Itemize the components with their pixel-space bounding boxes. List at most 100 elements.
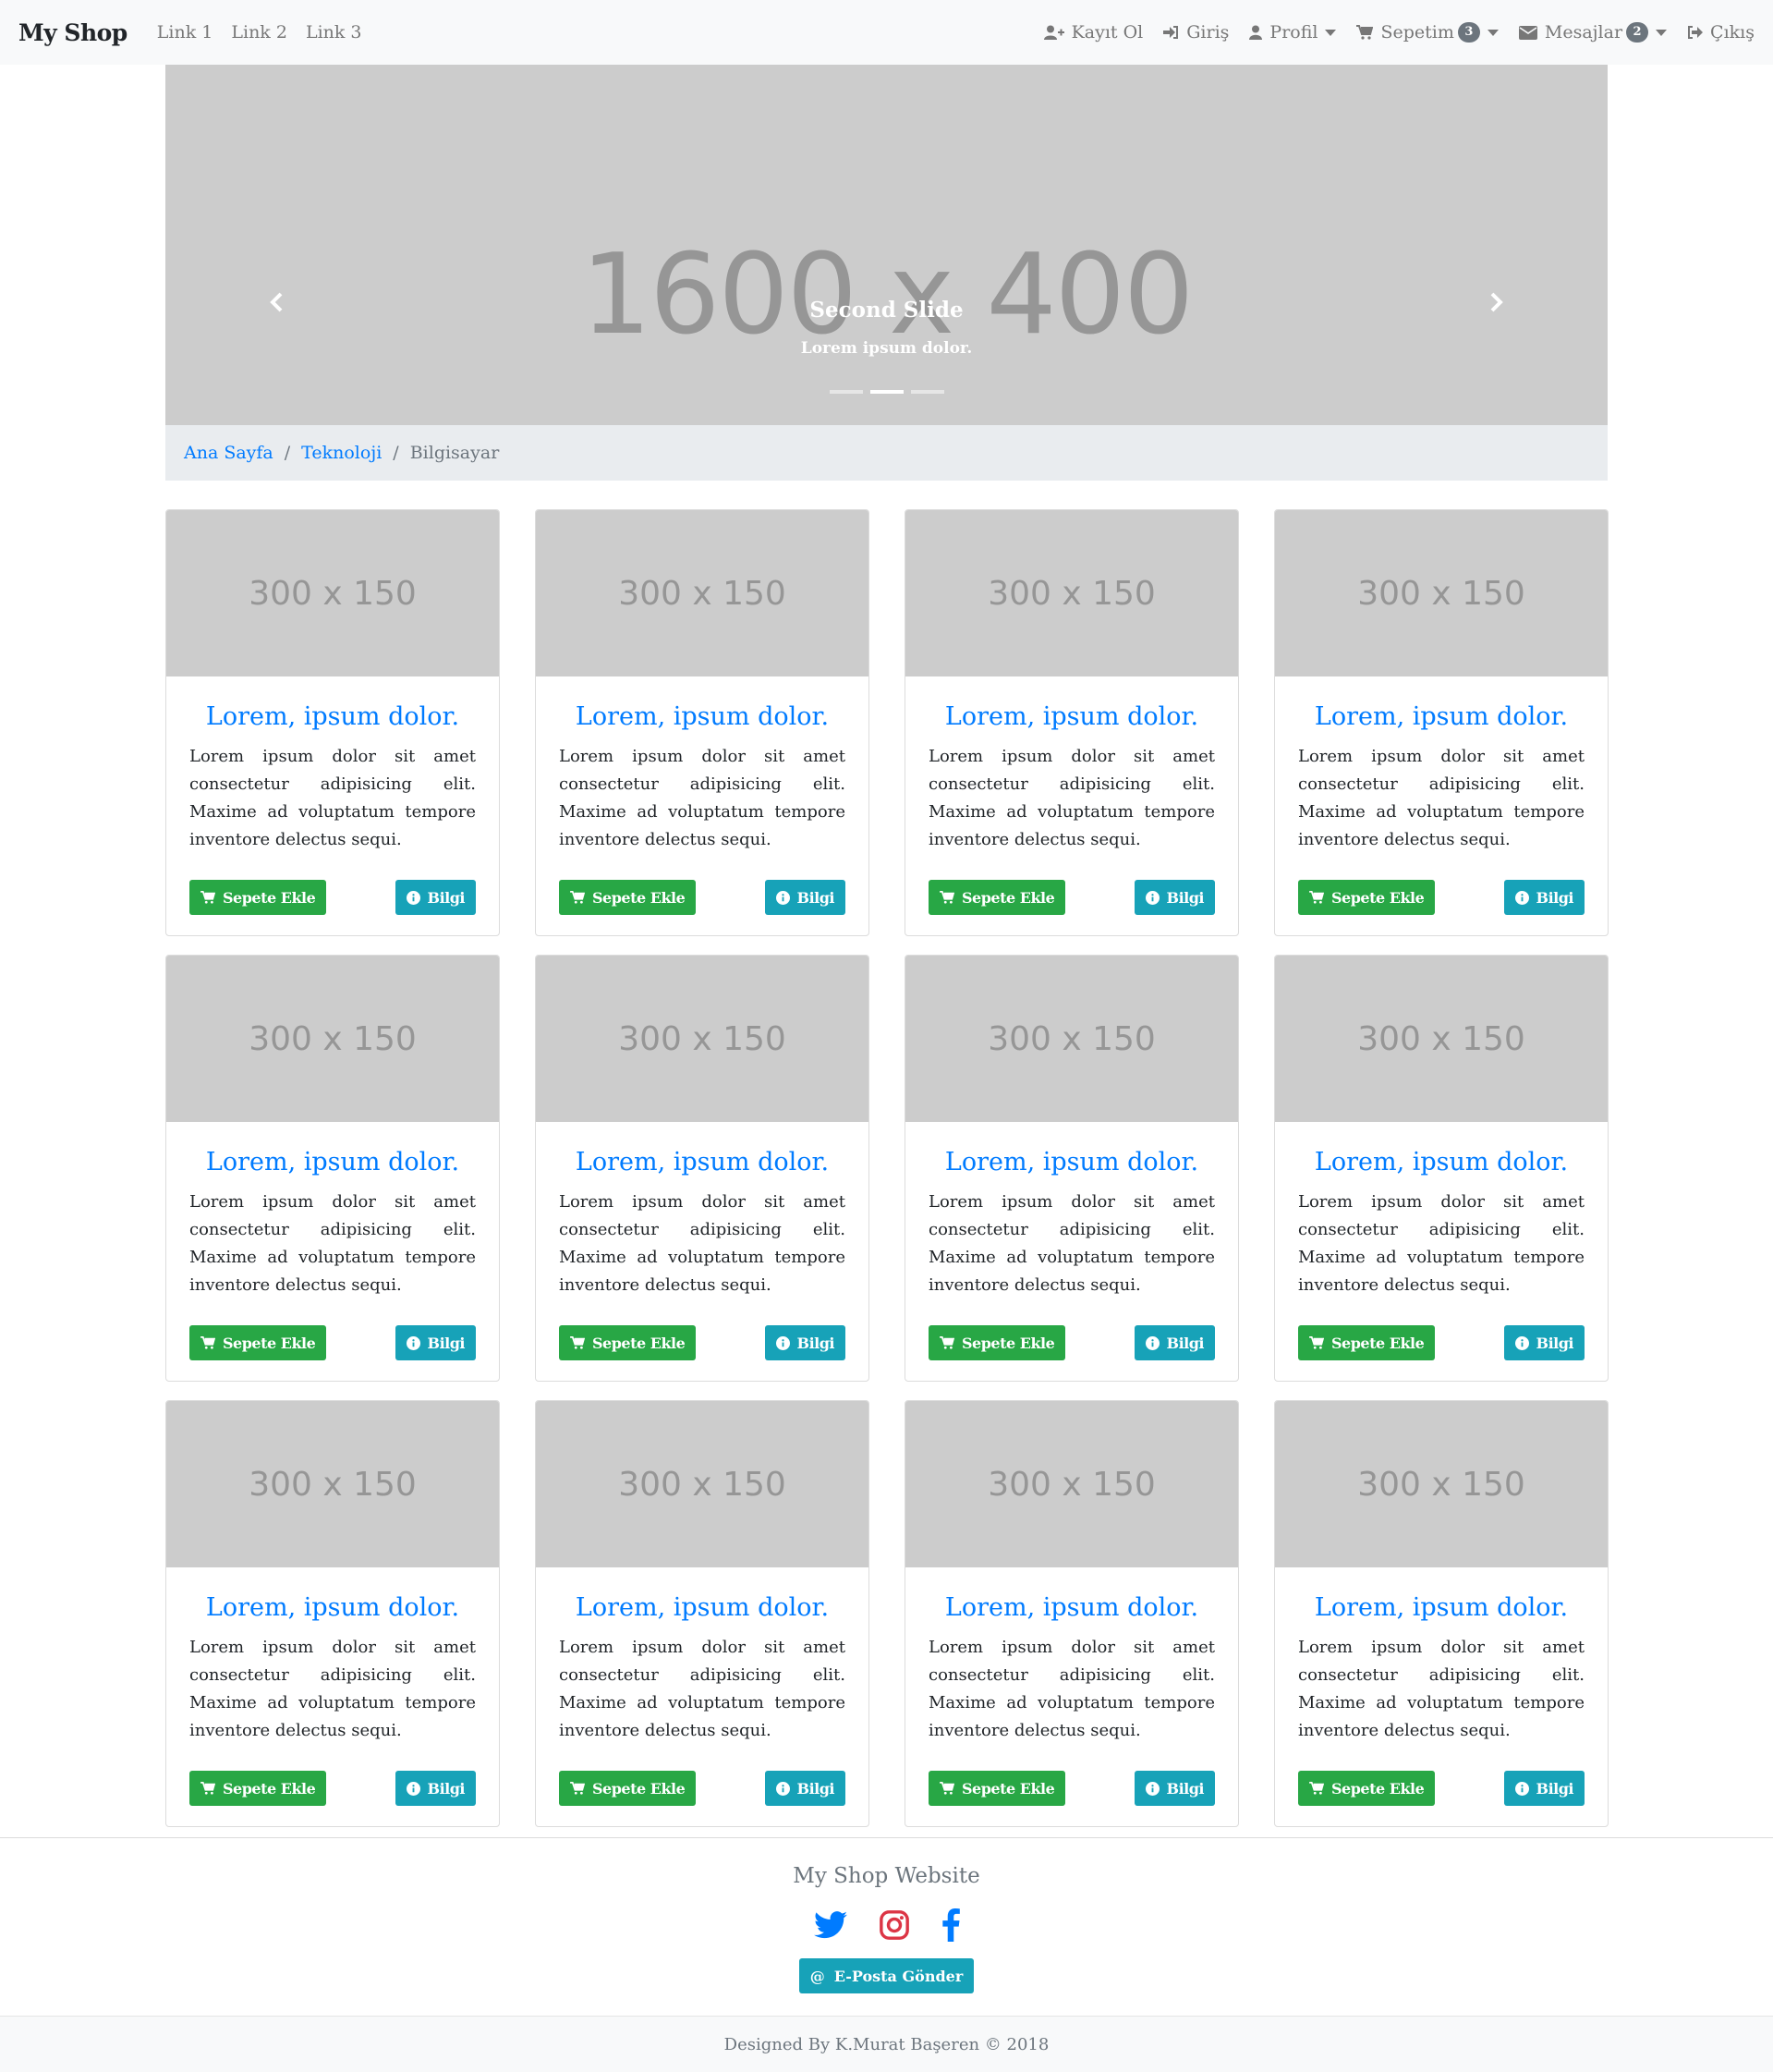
product-title[interactable]: Lorem, ipsum dolor. xyxy=(189,1591,476,1625)
profile-label: Profil xyxy=(1269,22,1318,43)
logout-link[interactable]: Çıkış xyxy=(1687,22,1755,43)
product-actions: Sepete Ekle Bilgi xyxy=(929,1771,1215,1806)
product-actions: Sepete Ekle Bilgi xyxy=(929,1325,1215,1360)
info-button[interactable]: Bilgi xyxy=(764,1325,845,1360)
add-to-cart-label: Sepete Ekle xyxy=(592,1779,686,1798)
product-title[interactable]: Lorem, ipsum dolor. xyxy=(929,1591,1215,1625)
product-image[interactable]: 300 x 150 xyxy=(166,956,499,1122)
product-title[interactable]: Lorem, ipsum dolor. xyxy=(559,1146,845,1179)
product-image[interactable]: 300 x 150 xyxy=(536,510,868,676)
instagram-icon[interactable] xyxy=(879,1909,910,1944)
product-image[interactable]: 300 x 150 xyxy=(905,1401,1238,1567)
product-title[interactable]: Lorem, ipsum dolor. xyxy=(1298,701,1585,734)
product-description: Lorem ipsum dolor sit amet consectetur a… xyxy=(559,747,845,849)
product-description: Lorem ipsum dolor sit amet consectetur a… xyxy=(1298,747,1585,849)
login-link[interactable]: Giriş xyxy=(1163,22,1229,43)
info-button[interactable]: Bilgi xyxy=(764,1771,845,1806)
product-image[interactable]: 300 x 150 xyxy=(536,1401,868,1567)
chevron-down-icon xyxy=(1656,29,1668,36)
info-button[interactable]: Bilgi xyxy=(1503,880,1585,915)
carousel-next-button[interactable] xyxy=(1482,288,1510,316)
add-to-cart-button[interactable]: Sepete Ekle xyxy=(559,1325,697,1360)
info-circle-icon xyxy=(775,1781,790,1796)
product-title[interactable]: Lorem, ipsum dolor. xyxy=(189,701,476,734)
carousel-prev-button[interactable] xyxy=(263,288,291,316)
product-image[interactable]: 300 x 150 xyxy=(905,510,1238,676)
nav-link-2[interactable]: Link 2 xyxy=(231,22,287,43)
chevron-left-icon xyxy=(270,292,283,312)
chevron-down-icon xyxy=(1325,29,1337,36)
add-to-cart-button[interactable]: Sepete Ekle xyxy=(559,1771,697,1806)
product-image[interactable]: 300 x 150 xyxy=(166,510,499,676)
info-button[interactable]: Bilgi xyxy=(764,880,845,915)
add-to-cart-button[interactable]: Sepete Ekle xyxy=(929,1771,1066,1806)
social-links xyxy=(0,1908,1773,1945)
info-label: Bilgi xyxy=(427,888,466,907)
send-email-label: E-Posta Gönder xyxy=(833,1967,964,1985)
product-image[interactable]: 300 x 150 xyxy=(166,1401,499,1567)
info-button[interactable]: Bilgi xyxy=(1134,880,1215,915)
product-image[interactable]: 300 x 150 xyxy=(1275,1401,1608,1567)
carousel-indicator[interactable] xyxy=(829,390,863,394)
product-title[interactable]: Lorem, ipsum dolor. xyxy=(929,1146,1215,1179)
info-button[interactable]: Bilgi xyxy=(395,1325,476,1360)
messages-dropdown[interactable]: Mesajlar 2 xyxy=(1518,22,1668,43)
product-image[interactable]: 300 x 150 xyxy=(1275,956,1608,1122)
navbar: My Shop Link 1 Link 2 Link 3 Kayıt Ol Gi… xyxy=(0,0,1773,65)
envelope-icon xyxy=(1518,25,1537,40)
info-label: Bilgi xyxy=(796,888,835,907)
messages-count-badge: 2 xyxy=(1626,22,1649,43)
nav-link-3[interactable]: Link 3 xyxy=(306,22,362,43)
twitter-icon[interactable] xyxy=(813,1911,847,1943)
add-to-cart-label: Sepete Ekle xyxy=(1331,888,1425,907)
add-to-cart-button[interactable]: Sepete Ekle xyxy=(1298,880,1436,915)
cart-icon xyxy=(1356,25,1374,40)
messages-label: Mesajlar xyxy=(1544,22,1623,43)
send-email-button[interactable]: @ E-Posta Gönder xyxy=(798,1958,975,1993)
product-image[interactable]: 300 x 150 xyxy=(905,956,1238,1122)
info-label: Bilgi xyxy=(427,1334,466,1352)
product-card: 300 x 150 Lorem, ipsum dolor. Lorem ipsum … xyxy=(165,1400,500,1827)
info-button[interactable]: Bilgi xyxy=(395,1771,476,1806)
product-title[interactable]: Lorem, ipsum dolor. xyxy=(559,701,845,734)
info-button[interactable]: Bilgi xyxy=(1134,1771,1215,1806)
product-title[interactable]: Lorem, ipsum dolor. xyxy=(1298,1146,1585,1179)
breadcrumb-category[interactable]: Teknoloji xyxy=(301,443,382,463)
chevron-right-icon xyxy=(1490,292,1503,312)
add-to-cart-button[interactable]: Sepete Ekle xyxy=(1298,1325,1436,1360)
info-button[interactable]: Bilgi xyxy=(395,880,476,915)
register-link[interactable]: Kayıt Ol xyxy=(1043,22,1143,43)
profile-dropdown[interactable]: Profil xyxy=(1249,22,1337,43)
add-to-cart-button[interactable]: Sepete Ekle xyxy=(559,880,697,915)
product-image[interactable]: 300 x 150 xyxy=(536,956,868,1122)
add-to-cart-button[interactable]: Sepete Ekle xyxy=(189,1325,327,1360)
info-label: Bilgi xyxy=(1166,1779,1205,1798)
product-title[interactable]: Lorem, ipsum dolor. xyxy=(929,701,1215,734)
add-to-cart-label: Sepete Ekle xyxy=(223,1779,316,1798)
add-to-cart-label: Sepete Ekle xyxy=(592,888,686,907)
product-title[interactable]: Lorem, ipsum dolor. xyxy=(1298,1591,1585,1625)
copyright-bar: Designed By K.Murat Başeren © 2018 xyxy=(0,2016,1773,2072)
breadcrumb-home[interactable]: Ana Sayfa xyxy=(184,443,273,463)
add-to-cart-button[interactable]: Sepete Ekle xyxy=(189,1771,327,1806)
facebook-icon[interactable] xyxy=(941,1908,960,1945)
info-button[interactable]: Bilgi xyxy=(1134,1325,1215,1360)
add-to-cart-button[interactable]: Sepete Ekle xyxy=(189,880,327,915)
info-button[interactable]: Bilgi xyxy=(1503,1325,1585,1360)
cart-dropdown[interactable]: Sepetim 3 xyxy=(1356,22,1499,43)
product-title[interactable]: Lorem, ipsum dolor. xyxy=(189,1146,476,1179)
info-button[interactable]: Bilgi xyxy=(1503,1771,1585,1806)
product-title[interactable]: Lorem, ipsum dolor. xyxy=(559,1591,845,1625)
carousel-indicator-active[interactable] xyxy=(869,390,904,394)
carousel-indicator[interactable] xyxy=(910,390,944,394)
product-actions: Sepete Ekle Bilgi xyxy=(189,880,476,915)
add-to-cart-button[interactable]: Sepete Ekle xyxy=(929,880,1066,915)
nav-link-1[interactable]: Link 1 xyxy=(157,22,213,43)
add-to-cart-button[interactable]: Sepete Ekle xyxy=(929,1325,1066,1360)
brand-logo[interactable]: My Shop xyxy=(18,19,128,46)
add-to-cart-button[interactable]: Sepete Ekle xyxy=(1298,1771,1436,1806)
product-actions: Sepete Ekle Bilgi xyxy=(559,1325,845,1360)
product-image[interactable]: 300 x 150 xyxy=(1275,510,1608,676)
carousel-caption-title: Second Slide xyxy=(809,298,964,323)
breadcrumb-current: Bilgisayar xyxy=(409,443,500,463)
